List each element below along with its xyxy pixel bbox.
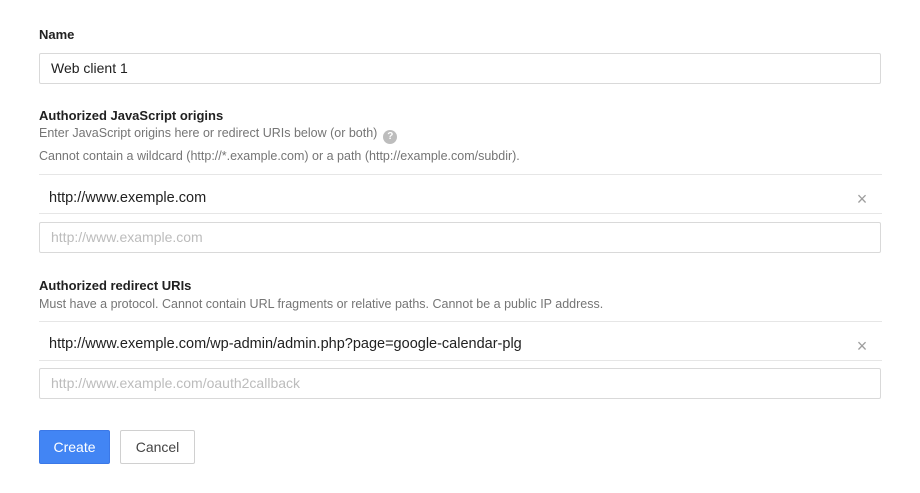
redirect-uri-input[interactable]: http://www.example.com/oauth2callback — [39, 368, 881, 399]
js-origins-divider — [39, 174, 882, 175]
remove-redirect-uri-close-icon[interactable]: × — [855, 337, 869, 355]
js-origins-help-line2: Cannot contain a wildcard (http://*.exam… — [39, 149, 520, 163]
js-origin-input[interactable]: http://www.example.com — [39, 222, 881, 253]
redirect-uris-help: Must have a protocol. Cannot contain URL… — [39, 297, 604, 311]
js-origins-help-text: Enter JavaScript origins here or redirec… — [39, 126, 378, 140]
js-origins-help-line1: Enter JavaScript origins here or redirec… — [39, 126, 398, 144]
js-origin-entry: http://www.exemple.com — [49, 190, 207, 206]
js-origins-entry-divider — [39, 213, 882, 214]
oauth-client-form: Name Web client 1 Authorized JavaScript … — [0, 0, 920, 493]
redirect-uri-entry: http://www.exemple.com/wp-admin/admin.ph… — [49, 336, 522, 352]
name-label: Name — [39, 27, 75, 42]
help-icon[interactable]: ? — [383, 130, 398, 144]
redirect-uris-divider — [39, 321, 882, 322]
redirect-uris-label: Authorized redirect URIs — [39, 278, 192, 293]
remove-js-origin-close-icon[interactable]: × — [855, 190, 869, 208]
cancel-button[interactable]: Cancel — [120, 430, 195, 464]
name-input[interactable]: Web client 1 — [39, 53, 881, 84]
redirect-uris-entry-divider — [39, 360, 882, 361]
create-button[interactable]: Create — [39, 430, 110, 464]
js-origins-label: Authorized JavaScript origins — [39, 108, 224, 123]
